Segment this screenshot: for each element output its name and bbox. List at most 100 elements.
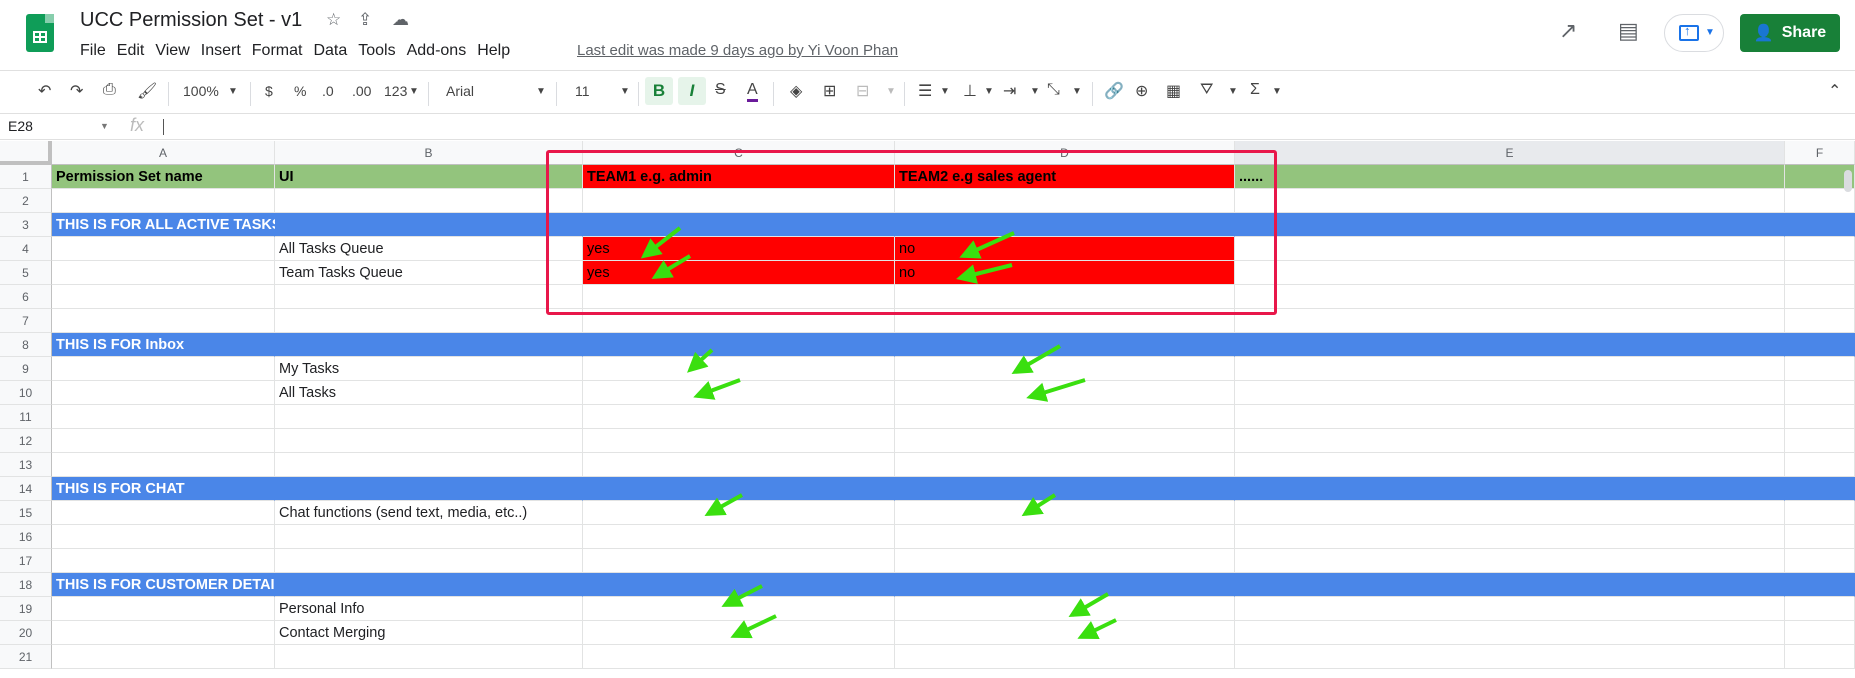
cell-f15[interactable] [1785, 501, 1855, 525]
select-all-corner[interactable] [0, 141, 52, 165]
cell-c17[interactable] [583, 549, 895, 573]
cell-e8[interactable] [1235, 333, 1785, 357]
cell-d19[interactable] [895, 597, 1235, 621]
cell-c14[interactable] [583, 477, 895, 501]
cell-d5[interactable]: no [895, 261, 1235, 285]
cell-f19[interactable] [1785, 597, 1855, 621]
cell-f4[interactable] [1785, 237, 1855, 261]
cell-f10[interactable] [1785, 381, 1855, 405]
cell-a19[interactable] [52, 597, 275, 621]
row-header[interactable]: 8 [0, 333, 52, 357]
text-color-button[interactable]: A [747, 81, 758, 102]
cloud-saved-icon[interactable]: ☁ [392, 10, 409, 30]
cell-c19[interactable] [583, 597, 895, 621]
formula-input[interactable] [163, 119, 164, 135]
cell-f13[interactable] [1785, 453, 1855, 477]
cell-c3[interactable] [583, 213, 895, 237]
insert-chart-icon[interactable]: ▦ [1166, 81, 1181, 101]
row-header[interactable]: 2 [0, 189, 52, 213]
cell-c6[interactable] [583, 285, 895, 309]
horizontal-align-icon[interactable]: ☰ [918, 81, 932, 101]
cell-a7[interactable] [52, 309, 275, 333]
cell-d8[interactable] [895, 333, 1235, 357]
menu-data[interactable]: Data [313, 42, 355, 60]
cell-f3[interactable] [1785, 213, 1855, 237]
cell-b2[interactable] [275, 189, 583, 213]
last-edit-link[interactable]: Last edit was made 9 days ago by Yi Voon… [577, 42, 898, 59]
row-header[interactable]: 7 [0, 309, 52, 333]
cell-d16[interactable] [895, 525, 1235, 549]
cell-b12[interactable] [275, 429, 583, 453]
cell-d7[interactable] [895, 309, 1235, 333]
cell-f16[interactable] [1785, 525, 1855, 549]
cell-a11[interactable] [52, 405, 275, 429]
cell-a16[interactable] [52, 525, 275, 549]
zoom-select[interactable]: 100% [183, 83, 219, 99]
menu-insert[interactable]: Insert [201, 42, 249, 60]
cell-b20[interactable]: Contact Merging [275, 621, 583, 645]
cell-f6[interactable] [1785, 285, 1855, 309]
cell-b6[interactable] [275, 285, 583, 309]
cell-a6[interactable] [52, 285, 275, 309]
cell-f14[interactable] [1785, 477, 1855, 501]
cell-e10[interactable] [1235, 381, 1785, 405]
cell-e14[interactable] [1235, 477, 1785, 501]
cell-e20[interactable] [1235, 621, 1785, 645]
cell-a2[interactable] [52, 189, 275, 213]
cell-d21[interactable] [895, 645, 1235, 669]
cell-c11[interactable] [583, 405, 895, 429]
menu-tools[interactable]: Tools [358, 42, 403, 60]
cell-e7[interactable] [1235, 309, 1785, 333]
cell-f5[interactable] [1785, 261, 1855, 285]
row-header[interactable]: 3 [0, 213, 52, 237]
cell-b18[interactable] [275, 573, 583, 597]
cell-d13[interactable] [895, 453, 1235, 477]
menu-format[interactable]: Format [252, 42, 311, 60]
row-header[interactable]: 14 [0, 477, 52, 501]
comments-icon[interactable]: ▤ [1618, 18, 1639, 44]
cell-e9[interactable] [1235, 357, 1785, 381]
cell-e12[interactable] [1235, 429, 1785, 453]
column-header-f[interactable]: F [1785, 141, 1855, 165]
row-header[interactable]: 9 [0, 357, 52, 381]
cell-d4[interactable]: no [895, 237, 1235, 261]
star-icon[interactable]: ☆ [326, 10, 341, 30]
cell-e3[interactable] [1235, 213, 1785, 237]
more-formats-button[interactable]: 123 [384, 83, 407, 99]
menu-edit[interactable]: Edit [117, 42, 153, 60]
share-button[interactable]: 👤 Share [1740, 14, 1840, 52]
cell-e21[interactable] [1235, 645, 1785, 669]
cell-b21[interactable] [275, 645, 583, 669]
cell-d2[interactable] [895, 189, 1235, 213]
cell-f18[interactable] [1785, 573, 1855, 597]
row-header[interactable]: 1 [0, 165, 52, 189]
cell-b14[interactable] [275, 477, 583, 501]
cell-a8[interactable]: THIS IS FOR Inbox [52, 333, 275, 357]
cell-d3[interactable] [895, 213, 1235, 237]
cell-d14[interactable] [895, 477, 1235, 501]
menu-file[interactable]: File [80, 42, 114, 60]
cell-f12[interactable] [1785, 429, 1855, 453]
cell-d12[interactable] [895, 429, 1235, 453]
cell-b3[interactable] [275, 213, 583, 237]
cell-e2[interactable] [1235, 189, 1785, 213]
increase-decimal-button[interactable]: .00 [352, 83, 371, 99]
row-header[interactable]: 10 [0, 381, 52, 405]
fill-color-icon[interactable]: ◈ [790, 81, 802, 101]
print-icon[interactable]: ⎙ [103, 81, 116, 99]
cell-c20[interactable] [583, 621, 895, 645]
cell-e1[interactable]: ...... [1235, 165, 1785, 189]
document-title[interactable]: UCC Permission Set - v1 [80, 9, 302, 32]
cell-e13[interactable] [1235, 453, 1785, 477]
cell-b17[interactable] [275, 549, 583, 573]
cell-d20[interactable] [895, 621, 1235, 645]
cell-b8[interactable] [275, 333, 583, 357]
functions-button[interactable]: Σ [1250, 81, 1260, 99]
cell-b10[interactable]: All Tasks [275, 381, 583, 405]
cell-e18[interactable] [1235, 573, 1785, 597]
cell-a3[interactable]: THIS IS FOR ALL ACTIVE TASKS in the QUEU… [52, 213, 380, 237]
activity-trend-icon[interactable]: ↗ [1559, 18, 1577, 44]
cell-d17[interactable] [895, 549, 1235, 573]
cell-d6[interactable] [895, 285, 1235, 309]
cell-f7[interactable] [1785, 309, 1855, 333]
